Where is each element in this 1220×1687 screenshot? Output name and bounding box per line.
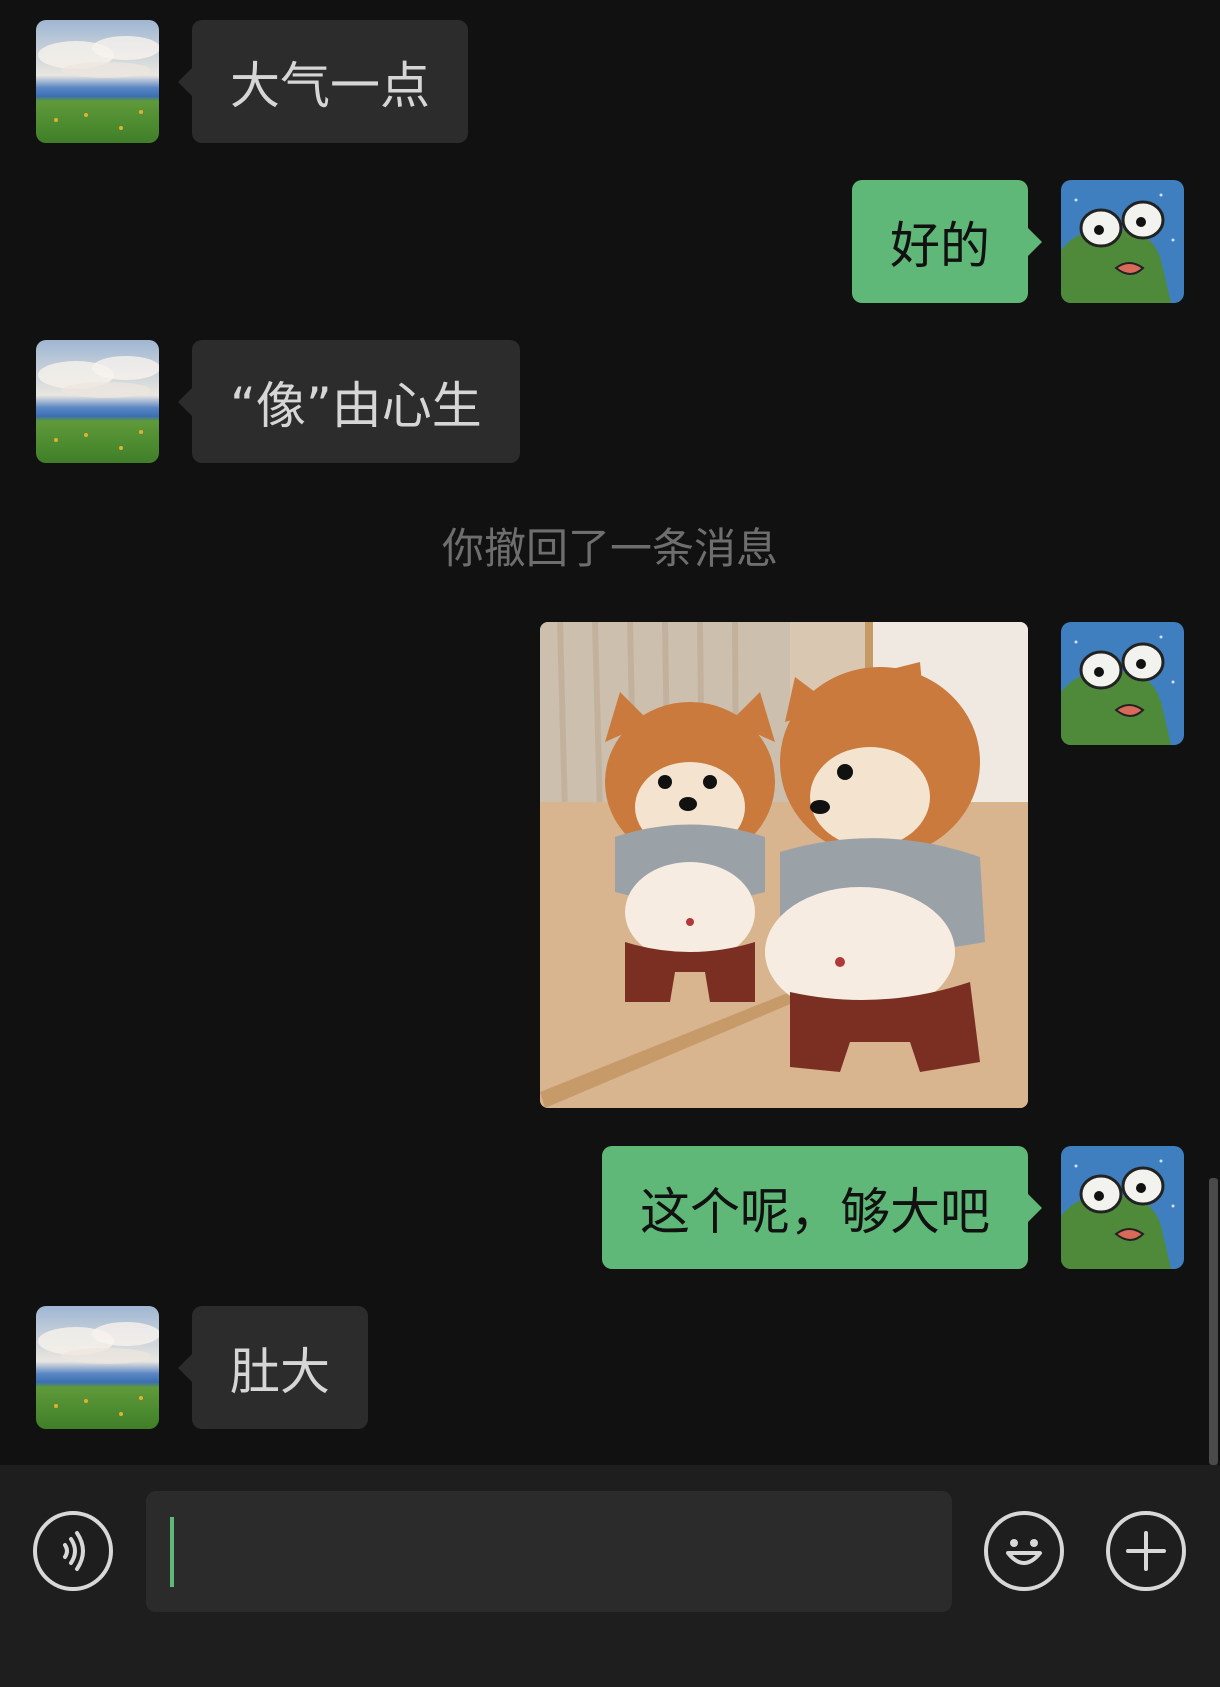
emoji-icon [1006,1539,1042,1565]
message-text: 好的 [890,216,990,275]
recall-notice: 你撤回了一条消息 [441,524,778,573]
plus-icon [1126,1531,1166,1571]
message-text: 肚大 [230,1342,330,1401]
more-button[interactable] [1106,1511,1186,1591]
message-text: 大气一点 [230,56,430,115]
received-message-bubble[interactable]: “像”由心生 [178,340,520,463]
my-avatar[interactable] [1061,622,1184,745]
message-text: 这个呢，够大吧 [640,1182,990,1241]
my-avatar[interactable] [1061,1146,1184,1269]
message-text: “像”由心生 [230,376,482,435]
text-caret [170,1517,174,1587]
message-input[interactable] [146,1491,952,1612]
shiba-dogs-mirror-photo [540,622,1028,1108]
contact-avatar[interactable] [36,340,159,463]
voice-icon [63,1531,85,1571]
received-message-bubble[interactable]: 肚大 [178,1306,368,1429]
my-avatar[interactable] [1061,180,1184,303]
chat-scrollbar[interactable] [1209,1178,1218,1465]
sent-image-message[interactable] [540,622,1028,1108]
contact-avatar[interactable] [36,1306,159,1429]
received-message-bubble[interactable]: 大气一点 [178,20,468,143]
input-toolbar [0,1465,1220,1687]
sent-message-bubble[interactable]: 这个呢，够大吧 [602,1146,1042,1269]
sent-message-bubble[interactable]: 好的 [852,180,1042,303]
voice-button[interactable] [33,1511,113,1591]
contact-avatar[interactable] [36,20,159,143]
emoji-button[interactable] [984,1511,1064,1591]
chat-message-list[interactable]: 大气一点 好的 “像”由心生 你撤回了一条消息 这个呢，够大吧 肚大 [0,0,1220,1465]
